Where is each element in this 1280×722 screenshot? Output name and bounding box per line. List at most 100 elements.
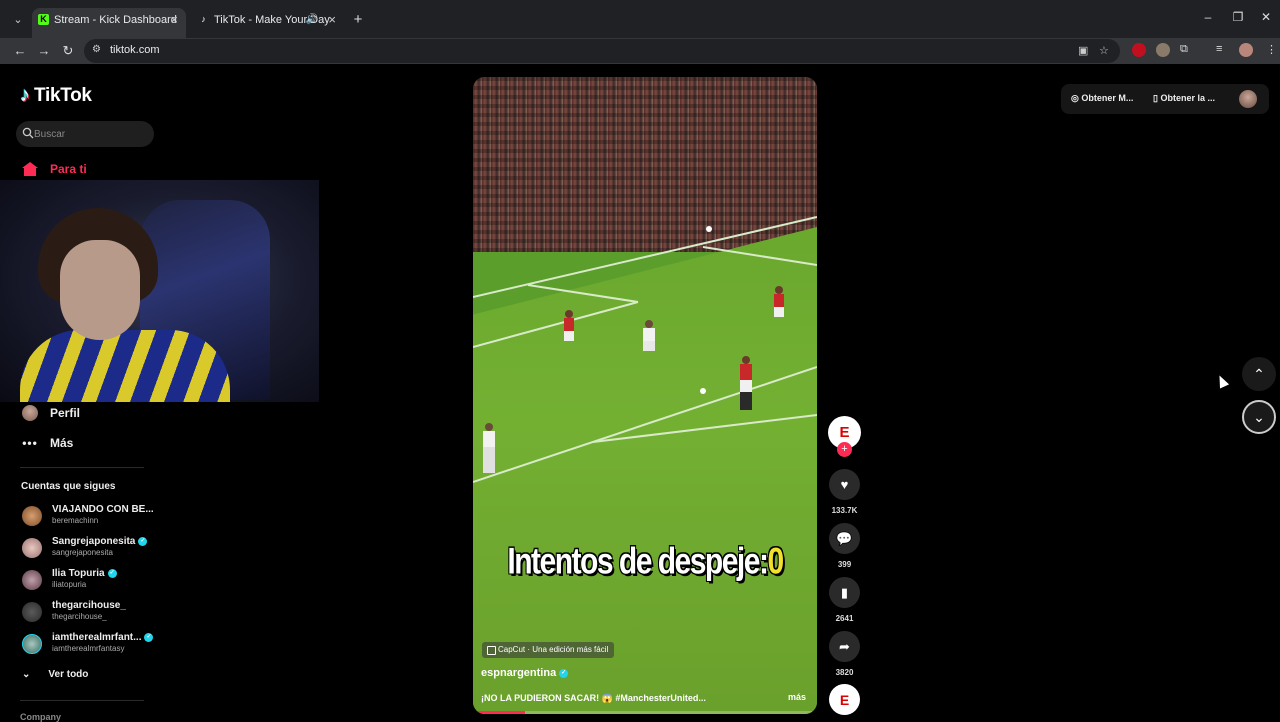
divider <box>20 700 144 701</box>
avatar <box>22 634 42 654</box>
avatar <box>22 506 42 526</box>
capcut-tag[interactable]: CapCut · Una edición más fácil <box>482 642 615 658</box>
face <box>60 240 140 340</box>
more-description-button[interactable]: más <box>788 692 806 702</box>
home-icon <box>22 162 38 176</box>
tab-search-chevron-icon[interactable]: ⌄ <box>8 10 28 30</box>
account-handle: sangrejaponesita <box>52 548 113 557</box>
bookmark-star-icon[interactable]: ☆ <box>1099 44 1109 57</box>
following-item[interactable]: VIAJANDO CON BE... beremachinn <box>22 503 162 529</box>
avatar <box>22 538 42 558</box>
like-action[interactable]: ♥ 133.7K <box>829 469 860 515</box>
tiktok-logo[interactable]: ♪ TikTok <box>20 84 92 107</box>
share-arrow-icon[interactable]: ➦ <box>829 631 860 662</box>
browser-tab-bar: ⌄ K Stream - Kick Dashboard × ♪ TikTok -… <box>0 0 1280 38</box>
browser-toolbar: ← → ↻ ⚙ tiktok.com ▣ ☆ ⧉ ≡ ⋮ <box>0 38 1280 64</box>
extension-icon[interactable] <box>1132 43 1146 57</box>
following-item[interactable]: Sangrejaponesita ✓ sangrejaponesita <box>22 535 162 561</box>
following-item[interactable]: iamtherealmrfant... ✓ iamtherealmrfantasy <box>22 631 162 657</box>
following-section-title: Cuentas que sigues <box>21 481 116 492</box>
back-icon[interactable]: ← <box>10 41 30 61</box>
company-section-title: Company <box>20 712 62 722</box>
video-description: ¡NO LA PUDIERON SACAR! 😱 #ManchesterUnit… <box>481 693 706 703</box>
heart-icon[interactable]: ♥ <box>829 469 860 500</box>
kick-favicon-icon: K <box>38 14 49 25</box>
speaker-icon[interactable]: 🔊 <box>306 8 318 32</box>
share-count: 3820 <box>835 668 854 677</box>
verified-badge-icon: ✓ <box>107 568 117 578</box>
video-author[interactable]: espnargentina ✓ <box>481 667 569 679</box>
install-app-icon[interactable]: ▣ <box>1078 44 1088 57</box>
save-action[interactable]: ▮ 2641 <box>829 577 860 623</box>
account-name: thegarcihouse_ <box>52 600 126 611</box>
get-coins-button[interactable]: ◎ Obtener M... <box>1071 93 1133 104</box>
ball-distant <box>706 226 712 232</box>
following-item[interactable]: thegarcihouse_ thegarcihouse_ <box>22 599 162 625</box>
browser-menu-icon[interactable]: ⋮ <box>1266 43 1277 56</box>
player-red <box>740 356 752 410</box>
sidebar-item-for-you[interactable]: Para ti <box>22 162 87 176</box>
divider <box>20 467 144 468</box>
comment-action[interactable]: 💬 399 <box>829 523 860 569</box>
follow-plus-button[interactable]: + <box>837 442 852 457</box>
player-red <box>774 286 784 317</box>
avatar <box>22 570 42 590</box>
media-control-icon[interactable]: ≡ <box>1216 43 1222 55</box>
new-tab-button[interactable]: + <box>348 10 368 30</box>
restore-icon[interactable]: ❐ <box>1228 10 1248 24</box>
chevron-up-icon: ⌃ <box>1253 365 1265 382</box>
sidebar-item-more[interactable]: ••• Más <box>22 436 73 450</box>
tiktok-note-icon: ♪ <box>20 84 30 106</box>
get-app-button[interactable]: ▯ Obtener la ... <box>1153 93 1215 104</box>
sidebar-item-profile[interactable]: Perfil <box>22 405 80 421</box>
bookmark-icon[interactable]: ▮ <box>829 577 860 608</box>
reload-icon[interactable]: ↻ <box>58 41 78 61</box>
address-bar[interactable]: ⚙ tiktok.com ▣ ☆ <box>84 39 1120 63</box>
search-box[interactable] <box>16 121 154 147</box>
account-name: iamtherealmrfant... ✓ <box>52 632 154 643</box>
url-text: tiktok.com <box>110 44 160 56</box>
account-name: Sangrejaponesita ✓ <box>52 536 148 547</box>
share-action[interactable]: ➦ 3820 <box>829 631 860 677</box>
music-disc-avatar[interactable]: E <box>829 684 860 715</box>
video-overlay-caption: Intentos de despeje:0 <box>507 540 784 582</box>
extension-icon[interactable] <box>1156 43 1170 57</box>
account-name: VIAJANDO CON BE... <box>52 504 154 515</box>
avatar <box>22 602 42 622</box>
chevron-down-icon: ⌄ <box>1253 408 1265 425</box>
account-handle: thegarcihouse_ <box>52 612 107 621</box>
forward-icon[interactable]: → <box>34 41 54 61</box>
chevron-down-icon: ⌄ <box>22 669 31 680</box>
sidebar-item-label: Perfil <box>50 406 81 420</box>
following-item[interactable]: Ilia Topuria ✓ iliatopuria <box>22 567 162 593</box>
comment-count: 399 <box>837 560 852 569</box>
player-white <box>643 320 655 351</box>
like-count: 133.7K <box>831 506 858 515</box>
see-all-label: Ver todo <box>48 669 89 680</box>
extensions-puzzle-icon[interactable]: ⧉ <box>1180 43 1188 56</box>
profile-avatar-icon[interactable] <box>1239 43 1253 57</box>
save-count: 2641 <box>835 614 854 623</box>
previous-video-button[interactable]: ⌃ <box>1242 357 1276 391</box>
next-video-button[interactable]: ⌄ <box>1242 400 1276 434</box>
search-icon <box>22 127 34 139</box>
account-handle: iamtherealmrfantasy <box>52 644 125 653</box>
video-progress-track[interactable] <box>473 711 817 714</box>
sidebar-item-label: Más <box>50 436 74 450</box>
close-window-icon[interactable]: ✕ <box>1256 10 1276 24</box>
account-name: Ilia Topuria ✓ <box>52 568 117 579</box>
tab-kick-dashboard[interactable]: K Stream - Kick Dashboard × <box>32 8 186 38</box>
site-info-icon[interactable]: ⚙ <box>92 44 104 56</box>
minimize-icon[interactable]: – <box>1198 10 1218 24</box>
verified-badge-icon: ✓ <box>144 632 154 642</box>
close-tab-icon[interactable]: × <box>170 8 178 32</box>
video-player[interactable]: Intentos de despeje:0 CapCut · Una edici… <box>473 77 817 714</box>
comment-icon[interactable]: 💬 <box>829 523 860 554</box>
search-input[interactable] <box>34 125 144 143</box>
see-all-link[interactable]: ⌄ Ver todo <box>22 669 88 680</box>
profile-avatar[interactable] <box>1239 90 1257 108</box>
close-tab-icon[interactable]: × <box>328 8 336 32</box>
video-progress-fill <box>473 711 525 714</box>
logo-text: TikTok <box>34 84 92 106</box>
tab-tiktok[interactable]: ♪ TikTok - Make Your Day 🔊 × <box>192 8 344 38</box>
